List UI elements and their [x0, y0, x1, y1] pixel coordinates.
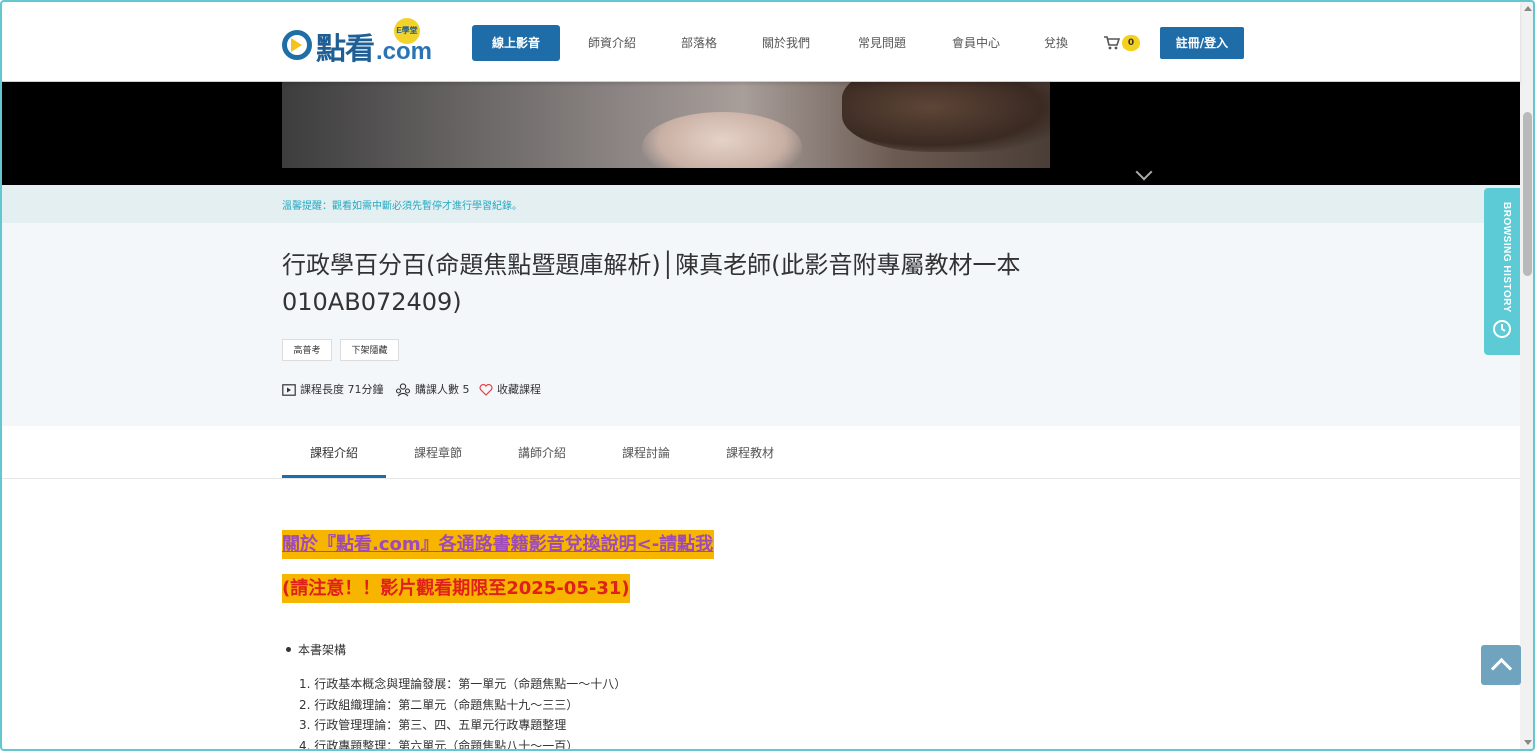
video-icon: [282, 384, 296, 396]
tab-teacher[interactable]: 講師介紹: [490, 426, 594, 478]
cart-count-badge: 0: [1122, 35, 1140, 51]
site-header: 點看 .com E學堂 線上影音 師資介紹 部落格 關於我們 常見問題 會員中心…: [2, 2, 1520, 82]
list-item: 4. 行政專題整理：第六單元（命題焦點八十～一百）: [299, 738, 579, 751]
list-item-text: 行政專題整理：第六單元（命題焦點八十～一百）: [314, 738, 579, 751]
redeem-info-link[interactable]: 關於『點看.com』各通路書籍影音兌換說明<-請點我: [282, 530, 715, 559]
course-cover-image: [282, 82, 1050, 168]
back-to-top-button[interactable]: [1481, 645, 1521, 685]
tab-intro[interactable]: 課程介紹: [282, 426, 386, 478]
course-buyers-text: 購課人數 5: [415, 383, 470, 396]
list-item-text: 行政基本概念與理論發展：第一單元（命題焦點一～十八）: [314, 677, 627, 691]
course-header: 行政學百分百(命題焦點暨題庫解析)│陳真老師(此影音附專屬教材一本010AB07…: [2, 223, 1520, 426]
tab-chapters[interactable]: 課程章節: [386, 426, 490, 478]
nav-item-member[interactable]: 會員中心: [946, 25, 1006, 61]
tab-discussion[interactable]: 課程討論: [594, 426, 698, 478]
course-title: 行政學百分百(命題焦點暨題庫解析)│陳真老師(此影音附專屬教材一本010AB07…: [282, 251, 1021, 316]
notice-bar: 溫馨提醒：觀看如需中斷必須先暫停才進行學習紀錄。: [2, 185, 1520, 223]
chevron-down-icon[interactable]: [1135, 163, 1153, 181]
scroll-down-arrow-icon[interactable]: [1524, 740, 1532, 745]
outline-list: 1. 行政基本概念與理論發展：第一單元（命題焦點一～十八） 2. 行政組織理論：…: [299, 674, 626, 751]
favorite-label: 收藏課程: [497, 383, 541, 396]
clock-icon: [1493, 320, 1511, 338]
nav-item-redeem[interactable]: 兌換: [1038, 25, 1074, 61]
nav-item-faq[interactable]: 常見問題: [852, 25, 912, 61]
browsing-history-tab[interactable]: BROWSING HISTORY: [1484, 188, 1520, 355]
course-buyers: 購課人數 5: [395, 381, 470, 397]
browsing-history-label: BROWSING HISTORY: [1501, 202, 1512, 313]
logo-text: 點看: [316, 32, 375, 67]
course-length-text: 課程長度 71分鐘: [300, 383, 384, 396]
favorite-button[interactable]: 收藏課程: [479, 381, 541, 397]
cover-image-detail: [642, 112, 802, 168]
cart-button[interactable]: 0: [1104, 35, 1144, 53]
users-icon: [395, 383, 411, 397]
tab-materials[interactable]: 課程教材: [698, 426, 802, 478]
expiry-warning: (請注意！！影片觀看期限至2025-05-31): [282, 574, 630, 603]
site-logo[interactable]: 點看 .com E學堂: [282, 18, 454, 70]
notice-text: 溫馨提醒：觀看如需中斷必須先暫停才進行學習紀錄。: [282, 201, 522, 212]
tag-hidden[interactable]: 下架隱藏: [340, 339, 399, 361]
list-item-text: 行政組織理論：第二單元（命題焦點十九～三三）: [314, 697, 579, 712]
nav-item-teachers[interactable]: 師資介紹: [582, 25, 642, 61]
page-scrollbar[interactable]: [1520, 2, 1535, 749]
scroll-up-arrow-icon[interactable]: [1524, 6, 1532, 11]
cart-icon: [1104, 36, 1120, 50]
nav-item-blog[interactable]: 部落格: [672, 25, 726, 61]
list-item: 3. 行政管理理論：第三、四、五單元行政專題整理: [299, 718, 567, 732]
tag-exam[interactable]: 高普考: [282, 339, 332, 361]
nav-item-about[interactable]: 關於我們: [756, 25, 816, 61]
list-item: 2. 行政組織理論：第二單元（命題焦點十九～三三）: [299, 697, 579, 712]
play-icon: [291, 38, 302, 52]
course-tabs: 課程介紹 課程章節 講師介紹 課程討論 課程教材: [2, 426, 1520, 479]
list-item-text: 行政管理理論：第三、四、五單元行政專題整理: [314, 718, 567, 732]
scroll-thumb[interactable]: [1523, 112, 1532, 276]
list-item: 1. 行政基本概念與理論發展：第一單元（命題焦點一～十八）: [299, 677, 627, 691]
nav-item-videos[interactable]: 線上影音: [472, 25, 560, 61]
list-item: 本書架構: [285, 643, 347, 657]
course-length: 課程長度 71分鐘: [282, 381, 384, 397]
logo-badge: E學堂: [394, 18, 420, 44]
heart-icon: [479, 384, 493, 396]
video-hero: [2, 82, 1520, 185]
cover-image-detail: [842, 82, 1050, 152]
login-button[interactable]: 註冊/登入: [1160, 27, 1244, 59]
